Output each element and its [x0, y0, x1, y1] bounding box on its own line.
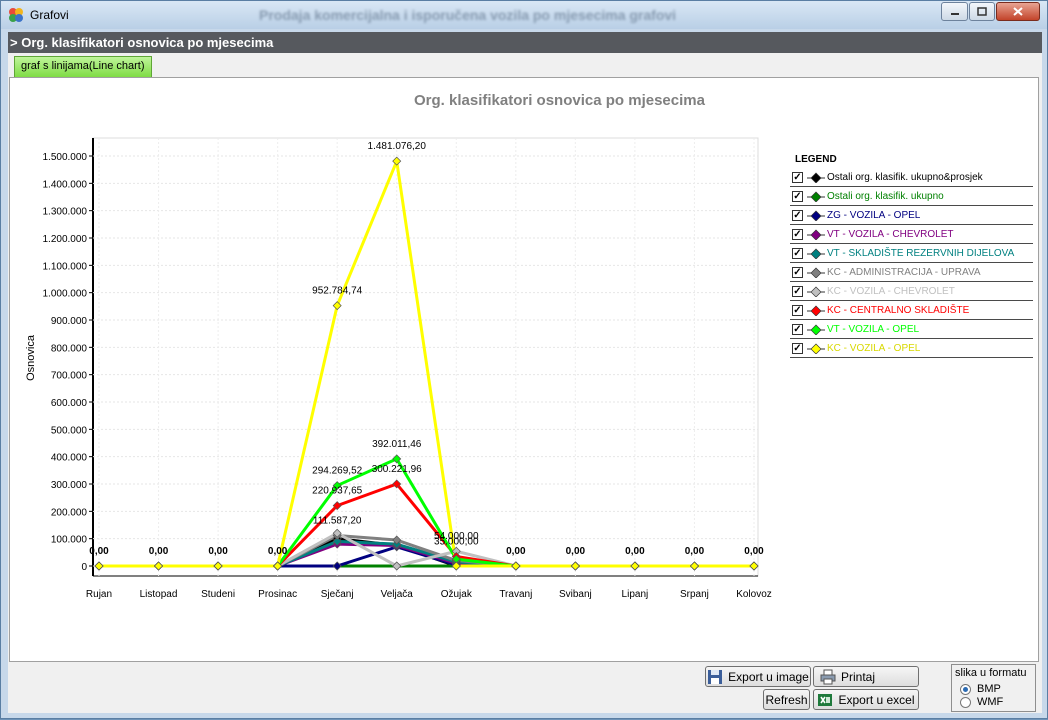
close-icon: [1013, 7, 1023, 16]
legend-checkbox[interactable]: ✓: [792, 172, 803, 183]
legend-label: VT - VOZILA - CHEVROLET: [827, 229, 954, 240]
export-image-button[interactable]: Export u image: [705, 666, 811, 687]
legend-label: VT - VOZILA - OPEL: [827, 324, 920, 335]
legend-item[interactable]: ✓ VT - SKLADIŠTE REZERVNIH DIJELOVA: [790, 244, 1033, 263]
legend-swatch-icon: [807, 248, 825, 259]
excel-icon: [818, 693, 833, 706]
window-blurred-title: Prodaja komercijalna i isporučena vozila…: [259, 7, 677, 23]
legend-item[interactable]: ✓ VT - VOZILA - CHEVROLET: [790, 225, 1033, 244]
legend-label: ZG - VOZILA - OPEL: [827, 210, 921, 221]
legend-swatch-icon: [807, 210, 825, 221]
legend-label: KC - VOZILA - OPEL: [827, 343, 921, 354]
radio-bmp-label: BMP: [977, 683, 1001, 695]
export-excel-label: Export u excel: [838, 692, 915, 707]
maximize-icon: [977, 7, 987, 16]
chart-title: Org. klasifikatori osnovica po mjesecima: [414, 92, 705, 109]
export-excel-button[interactable]: Export u excel: [813, 689, 919, 710]
legend-item[interactable]: ✓ Ostali org. klasifik. ukupno: [790, 187, 1033, 206]
refresh-button[interactable]: Refresh: [763, 689, 810, 710]
legend-label: KC - ADMINISTRACIJA - UPRAVA: [827, 267, 981, 278]
legend-swatch-icon: [807, 324, 825, 335]
legend-item[interactable]: ✓ KC - ADMINISTRACIJA - UPRAVA: [790, 263, 1033, 282]
legend-checkbox[interactable]: ✓: [792, 305, 803, 316]
legend-swatch-icon: [807, 229, 825, 240]
tab-line-chart[interactable]: graf s linijama(Line chart): [14, 56, 152, 77]
legend-checkbox[interactable]: ✓: [792, 267, 803, 278]
legend-checkbox[interactable]: ✓: [792, 191, 803, 202]
legend-swatch-icon: [807, 286, 825, 297]
print-button[interactable]: Printaj: [813, 666, 919, 687]
refresh-label: Refresh: [765, 692, 808, 707]
legend-checkbox[interactable]: ✓: [792, 286, 803, 297]
maximize-button[interactable]: [969, 2, 995, 21]
main-window: Grafovi Prodaja komercijalna i isporučen…: [0, 0, 1048, 719]
radio-bmp[interactable]: BMP: [960, 683, 1040, 697]
legend-title: LEGEND: [795, 154, 837, 165]
legend-label: Ostali org. klasifik. ukupno: [827, 191, 944, 202]
legend-item[interactable]: ✓ VT - VOZILA - OPEL: [790, 320, 1033, 339]
radio-wmf-label: WMF: [977, 696, 1004, 708]
legend-label: KC - VOZILA - CHEVROLET: [827, 286, 955, 297]
close-button[interactable]: [996, 2, 1040, 21]
legend-item[interactable]: ✓ ZG - VOZILA - OPEL: [790, 206, 1033, 225]
image-format-title: slika u formatu: [955, 667, 1027, 679]
legend-swatch-icon: [807, 267, 825, 278]
legend-checkbox[interactable]: ✓: [792, 324, 803, 335]
legend-checkbox[interactable]: ✓: [792, 248, 803, 259]
legend-checkbox[interactable]: ✓: [792, 229, 803, 240]
radio-wmf-dot[interactable]: [960, 697, 971, 708]
save-disk-icon: [708, 669, 723, 684]
radio-wmf[interactable]: WMF: [960, 696, 1040, 710]
minimize-button[interactable]: [941, 2, 968, 21]
legend-swatch-icon: [807, 172, 825, 183]
legend-label: Ostali org. klasifik. ukupno&prosjek: [827, 172, 983, 183]
client-area: > Org. klasifikatori osnovica po mjeseci…: [8, 32, 1042, 713]
legend-item[interactable]: ✓ KC - VOZILA - CHEVROLET: [790, 282, 1033, 301]
print-label: Printaj: [841, 669, 876, 684]
app-icon: [9, 8, 23, 22]
legend-checkbox[interactable]: ✓: [792, 210, 803, 221]
printer-icon: [820, 669, 836, 684]
minimize-icon: [950, 12, 959, 15]
legend-swatch-icon: [807, 343, 825, 354]
export-image-label: Export u image: [728, 669, 809, 684]
legend-item[interactable]: ✓ Ostali org. klasifik. ukupno&prosjek: [790, 168, 1033, 187]
legend-item[interactable]: ✓ KC - VOZILA - OPEL: [790, 339, 1033, 358]
legend-label: KC - CENTRALNO SKLADIŠTE: [827, 305, 970, 316]
tab-strip: graf s linijama(Line chart): [8, 53, 1042, 77]
legend-item[interactable]: ✓ KC - CENTRALNO SKLADIŠTE: [790, 301, 1033, 320]
legend-swatch-icon: [807, 305, 825, 316]
chart-panel: [9, 77, 1039, 662]
window-title: Grafovi: [30, 8, 69, 22]
legend-label: VT - SKLADIŠTE REZERVNIH DIJELOVA: [827, 248, 1015, 259]
image-format-group: slika u formatu BMP WMF: [951, 664, 1036, 712]
legend-checkbox[interactable]: ✓: [792, 343, 803, 354]
legend-swatch-icon: [807, 191, 825, 202]
page-title: > Org. klasifikatori osnovica po mjeseci…: [8, 32, 1042, 53]
radio-bmp-dot[interactable]: [960, 684, 971, 695]
title-bar[interactable]: Grafovi Prodaja komercijalna i isporučen…: [1, 1, 1047, 29]
